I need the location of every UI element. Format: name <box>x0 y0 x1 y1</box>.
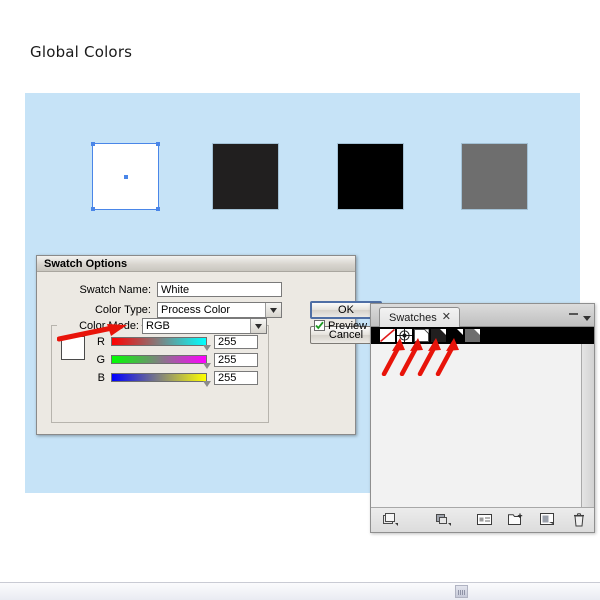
swatch-registration[interactable] <box>396 328 413 343</box>
minimize-icon[interactable] <box>569 306 578 315</box>
swatch-dark-charcoal[interactable] <box>430 328 447 343</box>
panel-menu-icon[interactable] <box>583 316 591 321</box>
slider-label-g: G <box>96 354 105 366</box>
page-title: Global Colors <box>30 43 133 61</box>
swatches-scrollbar[interactable] <box>581 344 594 508</box>
preview-checkbox[interactable] <box>314 320 325 331</box>
swatch-options-dialog: Swatch Options Swatch Name: White Color … <box>36 255 382 435</box>
swatch-gray[interactable] <box>464 328 481 343</box>
selection-handle-top-left[interactable] <box>91 142 95 146</box>
dialog-body: Swatch Name: White Color Type: Process C… <box>37 272 382 435</box>
swatch-none[interactable] <box>379 328 396 343</box>
slider-label-b: B <box>97 372 105 384</box>
slider-track-b[interactable] <box>111 373 207 382</box>
chevron-down-icon[interactable] <box>250 319 266 333</box>
swatches-panel-tabbar: Swatches ✕ <box>371 304 594 327</box>
dialog-title: Swatch Options <box>37 256 355 272</box>
show-swatch-kinds-menu-icon[interactable] <box>436 513 451 526</box>
swatches-panel: Swatches ✕ <box>370 303 595 533</box>
swatch-options-icon[interactable] <box>477 513 492 526</box>
preview-checkbox-label: Preview <box>328 320 368 332</box>
delete-swatch-icon[interactable] <box>572 513 586 527</box>
selection-handle-bottom-right[interactable] <box>156 207 160 211</box>
taskbar-window-icon[interactable] <box>455 585 468 598</box>
selection-handle-bottom-left[interactable] <box>91 207 95 211</box>
color-mode-select[interactable]: RGB <box>142 318 267 334</box>
swatch-black[interactable] <box>447 328 464 343</box>
color-preview-swatch <box>61 336 85 360</box>
color-mode-label: Color Mode: <box>57 320 141 332</box>
slider-track-g[interactable] <box>111 355 207 364</box>
art-square-dark-charcoal[interactable] <box>213 144 278 209</box>
selection-bounding-box <box>91 142 160 211</box>
art-square-black[interactable] <box>338 144 403 209</box>
swatch-name-input[interactable]: White <box>157 282 282 297</box>
chevron-down-icon[interactable] <box>265 303 281 317</box>
color-type-select[interactable]: Process Color <box>157 302 282 318</box>
swatch-white[interactable] <box>413 328 430 343</box>
selection-center-point <box>123 174 128 179</box>
art-square-gray[interactable] <box>462 144 527 209</box>
tab-swatches[interactable]: Swatches ✕ <box>379 307 460 327</box>
selection-handle-top-right[interactable] <box>156 142 160 146</box>
taskbar <box>0 582 600 600</box>
color-type-label: Color Type: <box>94 304 151 316</box>
slider-label-r: R <box>97 336 105 348</box>
slider-value-g[interactable]: 255 <box>214 353 258 367</box>
new-swatch-icon[interactable] <box>540 513 554 526</box>
swatches-list-area[interactable] <box>371 344 594 508</box>
slider-thumb-r[interactable] <box>203 345 211 351</box>
swatch-libraries-menu-icon[interactable] <box>383 513 398 526</box>
swatches-grid <box>371 327 594 345</box>
swatch-name-label: Swatch Name: <box>79 284 151 296</box>
slider-track-r[interactable] <box>111 337 207 346</box>
color-mode-value: RGB <box>146 320 170 332</box>
slider-thumb-b[interactable] <box>203 381 211 387</box>
color-type-value: Process Color <box>161 304 231 316</box>
new-color-group-icon[interactable] <box>508 513 523 526</box>
swatches-panel-footer <box>371 507 594 532</box>
slider-value-b[interactable]: 255 <box>214 371 258 385</box>
slider-value-r[interactable]: 255 <box>214 335 258 349</box>
close-icon[interactable]: ✕ <box>442 312 451 323</box>
slider-thumb-g[interactable] <box>203 363 211 369</box>
tab-swatches-label: Swatches <box>389 311 437 324</box>
